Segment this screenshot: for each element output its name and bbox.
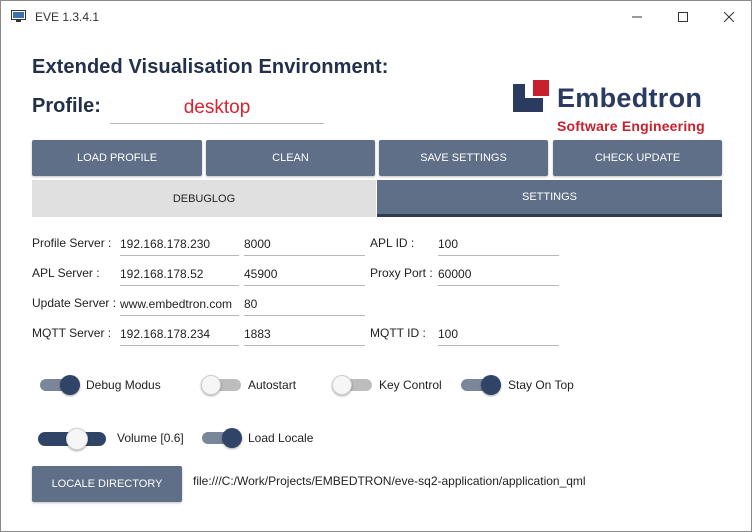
- proxy-port-input[interactable]: [438, 262, 559, 286]
- proxy-port-label: Proxy Port :: [370, 266, 433, 280]
- volume-label: Volume [0.6]: [117, 431, 184, 445]
- mqtt-server-label: MQTT Server :: [32, 326, 112, 340]
- minimize-icon: [632, 16, 642, 17]
- stay-on-top-switch[interactable]: [461, 374, 501, 396]
- profile-server-port-input[interactable]: [244, 232, 365, 256]
- mqtt-server-host-input[interactable]: [120, 322, 239, 346]
- update-server-host-input[interactable]: [120, 292, 239, 316]
- profile-server-host-input[interactable]: [120, 232, 239, 256]
- window-title: EVE 1.3.4.1: [35, 10, 100, 24]
- close-icon: [724, 11, 734, 22]
- embedtron-logo: Embedtron Software Engineering: [513, 78, 728, 136]
- debug-modus-switch[interactable]: [40, 374, 80, 396]
- page-title: Extended Visualisation Environment:: [32, 56, 389, 78]
- tab-settings[interactable]: SETTINGS: [377, 180, 722, 217]
- debug-modus-label: Debug Modus: [86, 378, 161, 392]
- apl-server-label: APL Server :: [32, 266, 100, 280]
- load-locale-switch[interactable]: [202, 427, 242, 449]
- key-control-switch[interactable]: [332, 374, 372, 396]
- logo-name: Embedtron: [557, 83, 703, 113]
- mqtt-server-port-input[interactable]: [244, 322, 365, 346]
- profile-input[interactable]: [110, 92, 324, 124]
- autostart-label: Autostart: [248, 378, 297, 392]
- volume-slider[interactable]: [38, 428, 106, 450]
- stay-on-top-label: Stay On Top: [508, 378, 574, 392]
- minimize-button[interactable]: [614, 1, 660, 32]
- update-server-label: Update Server :: [32, 296, 117, 310]
- logo-mark-icon: [513, 80, 549, 112]
- apl-id-input[interactable]: [438, 232, 559, 256]
- monitor-icon: [11, 10, 26, 23]
- app-window: EVE 1.3.4.1 Extended Visualisation Envir…: [0, 0, 752, 532]
- profile-server-label: Profile Server :: [32, 236, 112, 250]
- clean-button[interactable]: CLEAN: [206, 140, 375, 176]
- maximize-icon: [678, 11, 688, 22]
- title-bar[interactable]: EVE 1.3.4.1: [1, 1, 751, 32]
- logo-subtitle: Software Engineering: [557, 118, 705, 134]
- locale-path: file:///C:/Work/Projects/EMBEDTRON/eve-s…: [193, 474, 586, 488]
- mqtt-id-label: MQTT ID :: [370, 326, 426, 340]
- save-settings-button[interactable]: SAVE SETTINGS: [379, 140, 548, 176]
- volume-slider-thumb[interactable]: [65, 428, 88, 450]
- profile-label: Profile:: [32, 95, 101, 117]
- locale-directory-button[interactable]: LOCALE DIRECTORY: [32, 466, 182, 502]
- close-button[interactable]: [706, 1, 752, 32]
- check-update-button[interactable]: CHECK UPDATE: [553, 140, 722, 176]
- key-control-label: Key Control: [379, 378, 442, 392]
- tab-debuglog[interactable]: DEBUGLOG: [32, 180, 376, 217]
- mqtt-id-input[interactable]: [438, 322, 559, 346]
- maximize-button[interactable]: [660, 1, 706, 32]
- update-server-port-input[interactable]: [244, 292, 365, 316]
- load-profile-button[interactable]: LOAD PROFILE: [32, 140, 202, 176]
- load-locale-label: Load Locale: [248, 431, 314, 445]
- apl-server-port-input[interactable]: [244, 262, 365, 286]
- apl-id-label: APL ID :: [370, 236, 415, 250]
- autostart-switch[interactable]: [201, 374, 241, 396]
- apl-server-host-input[interactable]: [120, 262, 239, 286]
